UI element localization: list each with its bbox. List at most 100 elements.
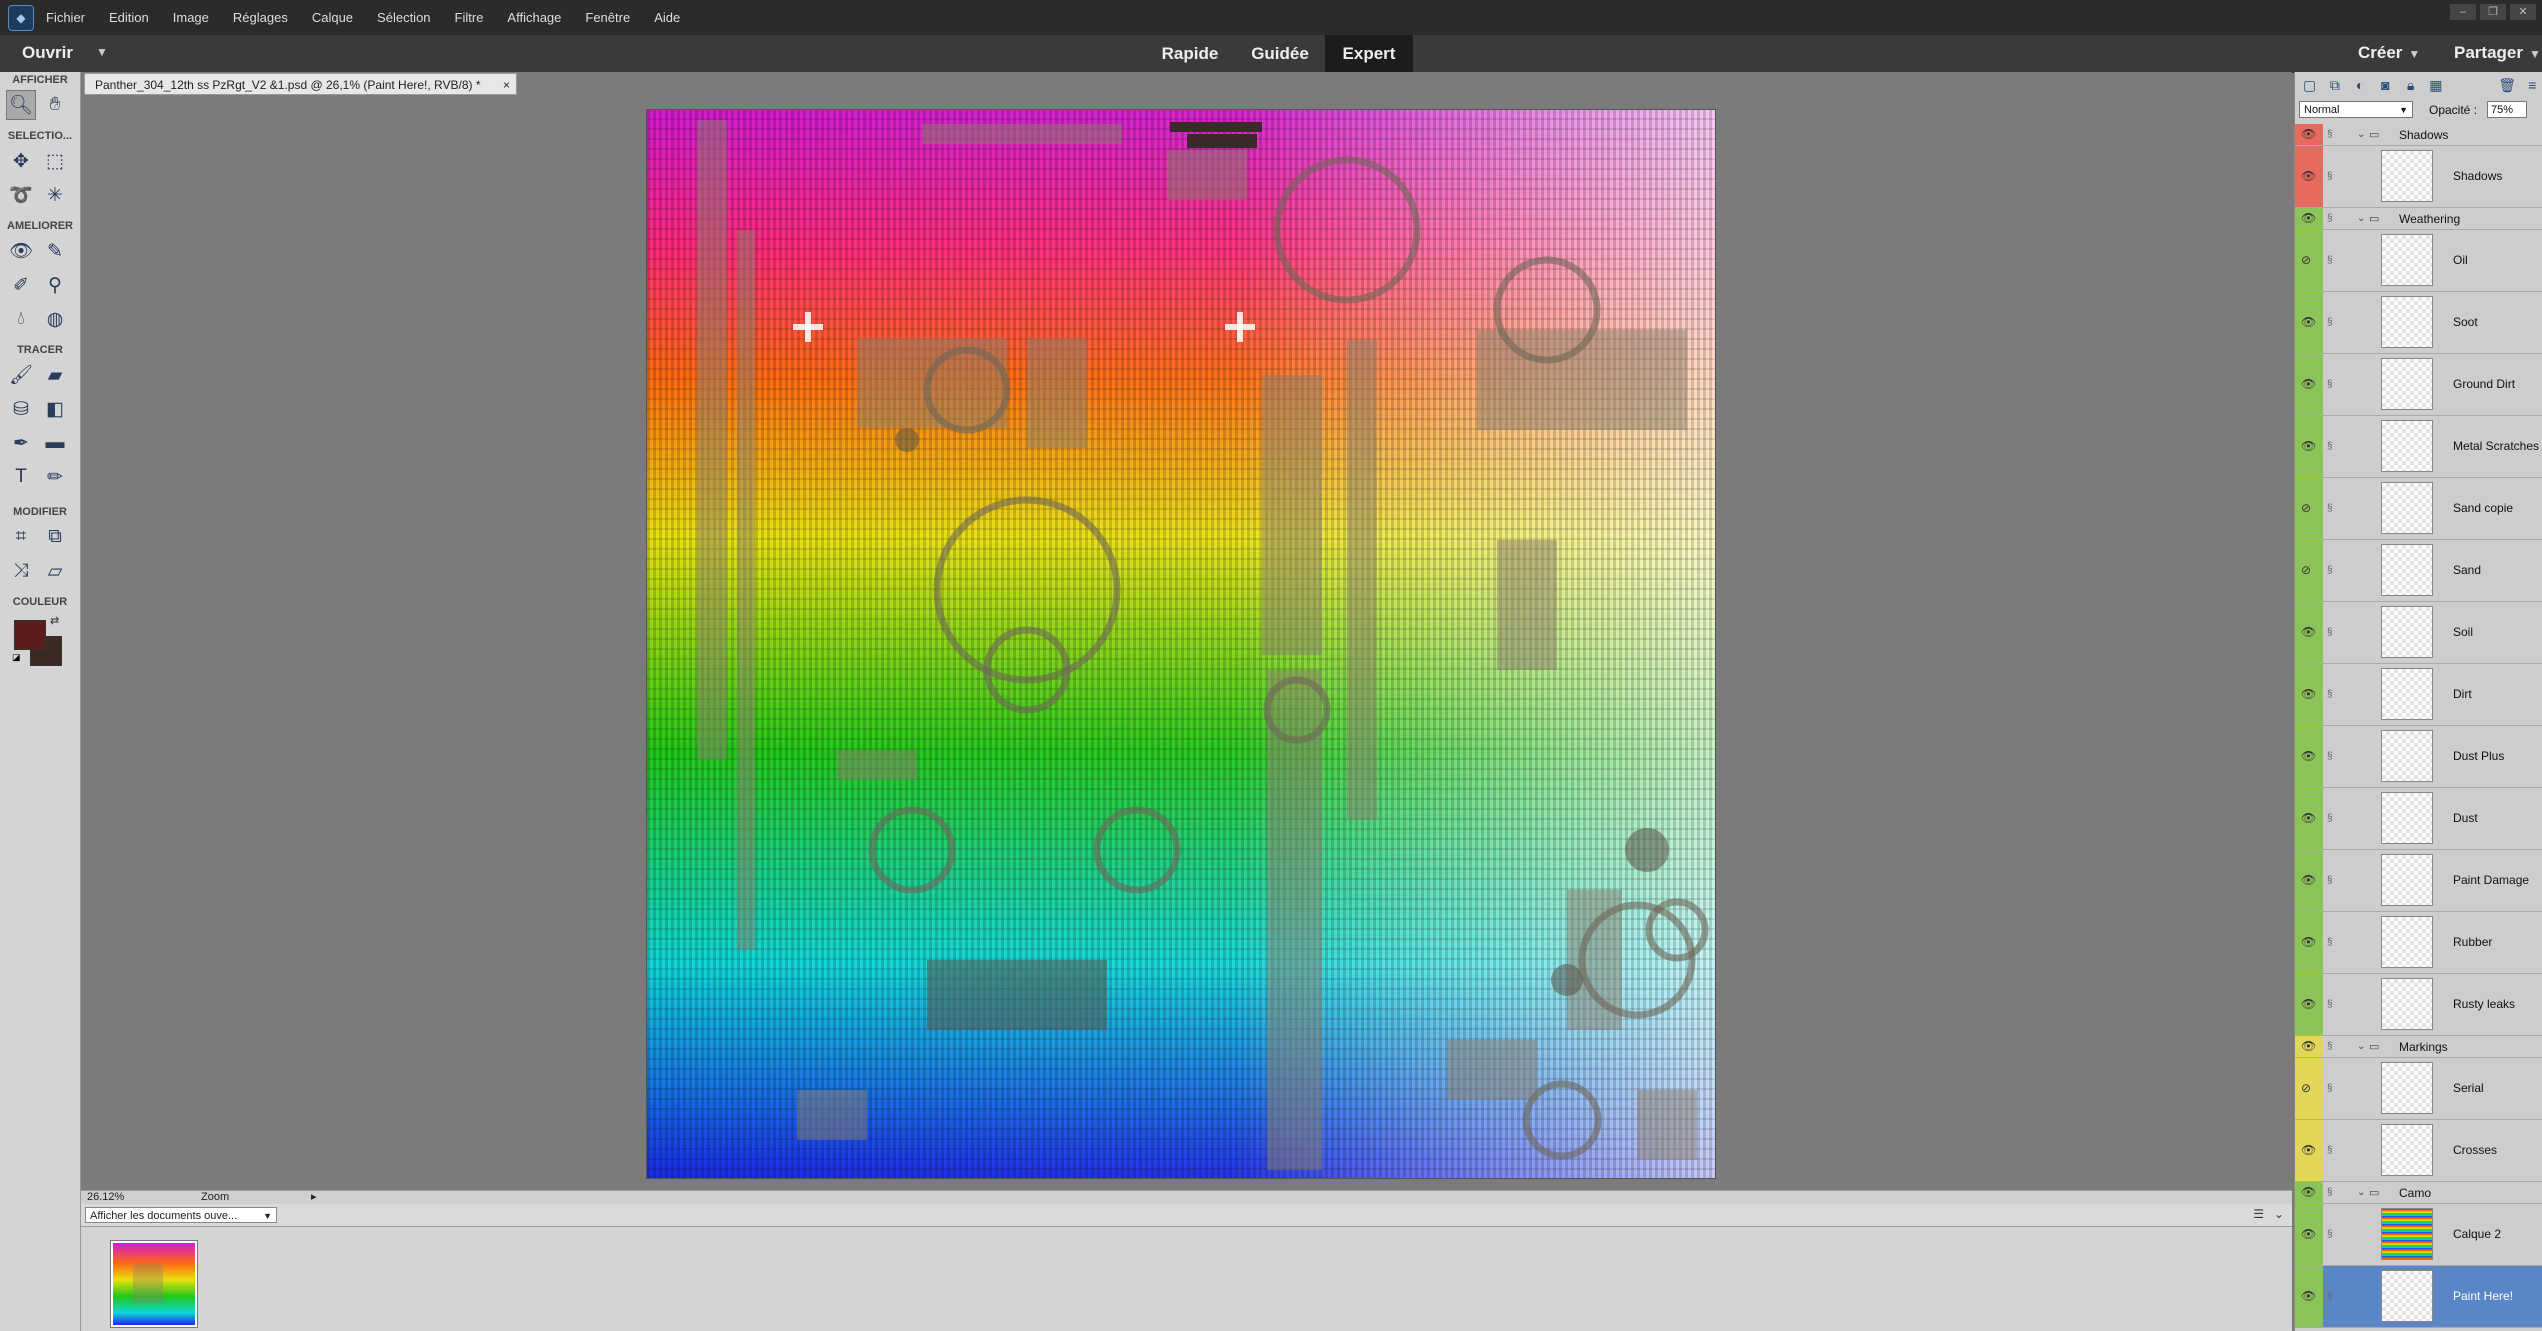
lock-all-icon[interactable]: ▦ (2425, 77, 2446, 94)
group-expand-icon[interactable]: ⌄ (2357, 1187, 2365, 1198)
eye-icon[interactable]: 👁︎ (2301, 1227, 2316, 1241)
gradient-tool-icon[interactable]: ◧ (40, 394, 70, 424)
menu-filtre[interactable]: Filtre (455, 10, 484, 25)
layer-thumbnail[interactable] (2381, 978, 2433, 1030)
layer-row[interactable]: 👁︎ § Metal Scratches (2295, 416, 2542, 478)
foreground-color-swatch[interactable] (14, 620, 46, 650)
blend-mode-select[interactable]: Normal ▼ (2299, 101, 2413, 118)
layer-thumbnail[interactable] (2381, 420, 2433, 472)
layer-thumbnail[interactable] (2381, 730, 2433, 782)
eye-icon[interactable]: 👁︎ (2301, 749, 2316, 763)
group-expand-icon[interactable]: ⌄ (2357, 129, 2365, 140)
layer-row[interactable]: 👁︎ § Ground Dirt (2295, 354, 2542, 416)
eye-icon[interactable]: 👁︎ (2301, 211, 2316, 225)
menu-image[interactable]: Image (173, 10, 209, 25)
crop-tool-icon[interactable]: ⌗ (6, 522, 36, 552)
trash-icon[interactable]: 🗑︎ (2497, 77, 2518, 94)
smart-brush-icon[interactable]: ✐ (6, 270, 36, 300)
create-button[interactable]: Créer ▼ (2358, 43, 2420, 63)
link-icon[interactable]: § (2327, 937, 2333, 948)
panel-menu-icon[interactable]: ≡ (2522, 77, 2542, 93)
layer-row[interactable]: 👁︎ § Soot (2295, 292, 2542, 354)
status-menu-icon[interactable]: ▸ (311, 1190, 317, 1203)
link-icon[interactable]: § (2327, 441, 2333, 452)
eye-icon[interactable]: 👁︎ (2301, 1143, 2316, 1157)
layer-row[interactable]: ⊘ § Sand copie (2295, 478, 2542, 540)
layer-thumbnail[interactable] (2381, 150, 2433, 202)
document-tab[interactable]: Panther_304_12th ss PzRgt_V2 &1.psd @ 26… (84, 73, 517, 95)
layer-row[interactable]: 👁︎ § Shadows (2295, 146, 2542, 208)
link-icon[interactable]: § (2327, 1083, 2333, 1094)
hidden-eye-icon[interactable]: ⊘ (2301, 253, 2311, 267)
link-icon[interactable]: § (2327, 1229, 2333, 1240)
link-icon[interactable]: § (2327, 1291, 2333, 1302)
layer-thumbnail[interactable] (2381, 1124, 2433, 1176)
eye-icon[interactable]: 👁︎ (2301, 687, 2316, 701)
layer-thumbnail[interactable] (2381, 234, 2433, 286)
layer-thumbnail[interactable] (2381, 792, 2433, 844)
layer-thumbnail[interactable] (2381, 916, 2433, 968)
brush-tool-icon[interactable]: 🖌︎ (6, 360, 36, 390)
eye-icon[interactable]: 👁︎ (2301, 1039, 2316, 1053)
eye-icon[interactable]: 👁︎ (2301, 315, 2316, 329)
sponge-tool-icon[interactable]: ◍ (40, 304, 70, 334)
layer-row[interactable]: 👁︎ § Rusty leaks (2295, 974, 2542, 1036)
layer-thumbnail[interactable] (2381, 296, 2433, 348)
layer-thumbnail[interactable] (2381, 606, 2433, 658)
eye-icon[interactable]: 👁︎ (2301, 811, 2316, 825)
link-icon[interactable]: § (2327, 875, 2333, 886)
eye-icon[interactable]: 👁︎ (2301, 1289, 2316, 1303)
link-icon[interactable]: § (2327, 503, 2333, 514)
link-icon[interactable]: § (2327, 565, 2333, 576)
layer-row[interactable]: 👁︎ § Calque 2 (2295, 1204, 2542, 1266)
layer-row[interactable]: 👁︎ § Dirt (2295, 664, 2542, 726)
link-icon[interactable]: § (2327, 627, 2333, 638)
default-colors-icon[interactable]: ◪ (12, 652, 21, 663)
link-icon[interactable]: § (2327, 813, 2333, 824)
share-button[interactable]: Partager ▼ (2454, 43, 2541, 63)
eye-icon[interactable]: 👁︎ (2301, 439, 2316, 453)
link-icon[interactable]: § (2327, 751, 2333, 762)
layer-thumbnail[interactable] (2381, 482, 2433, 534)
hand-tool-icon[interactable]: ✋︎ (40, 90, 70, 120)
layer-row[interactable]: ⊘ § Oil (2295, 230, 2542, 292)
marquee-tool-icon[interactable]: ⬚ (40, 146, 70, 176)
straighten-tool-icon[interactable]: ⏥ (40, 556, 70, 586)
layer-group-row[interactable]: 👁︎ § ⌄ ▭ Markings (2295, 1036, 2542, 1058)
layer-thumbnail[interactable] (2381, 544, 2433, 596)
menu-fenetre[interactable]: Fenêtre (585, 10, 630, 25)
magic-wand-icon[interactable]: ✳ (40, 180, 70, 210)
new-layer-icon[interactable]: ▢ (2299, 77, 2320, 94)
layer-row[interactable]: 👁︎ § Crosses (2295, 1120, 2542, 1182)
hidden-eye-icon[interactable]: ⊘ (2301, 563, 2311, 577)
link-icon[interactable]: § (2327, 379, 2333, 390)
open-dropdown-icon[interactable]: ▼ (96, 45, 108, 59)
link-icon[interactable]: § (2327, 213, 2333, 224)
eye-icon[interactable]: 👁︎ (2301, 935, 2316, 949)
link-icon[interactable]: § (2327, 1187, 2333, 1198)
eye-icon[interactable]: 👁︎ (2301, 169, 2316, 183)
close-window-icon[interactable]: ✕ (2510, 4, 2536, 20)
open-button[interactable]: Ouvrir (22, 43, 73, 63)
image-canvas[interactable] (646, 109, 1716, 1179)
layer-row[interactable]: 👁︎ § Rubber (2295, 912, 2542, 974)
link-icon[interactable]: § (2327, 689, 2333, 700)
eyedropper-icon[interactable]: ✒ (6, 428, 36, 458)
mode-tab-quick[interactable]: Rapide (1150, 35, 1230, 72)
layer-row[interactable]: 👁︎ § Paint Here! (2295, 1266, 2542, 1328)
eraser-tool-icon[interactable]: ▰ (40, 360, 70, 390)
layer-row[interactable]: 👁︎ § Dust Plus (2295, 726, 2542, 788)
text-tool-icon[interactable]: T (6, 462, 36, 492)
layer-group-row[interactable]: 👁︎ § ⌄ ▭ Weathering (2295, 208, 2542, 230)
menu-aide[interactable]: Aide (654, 10, 680, 25)
group-expand-icon[interactable]: ⌄ (2357, 1041, 2365, 1052)
layer-row[interactable]: 👁︎ § Soil (2295, 602, 2542, 664)
link-icon[interactable]: § (2327, 1145, 2333, 1156)
move-tool-icon[interactable]: ✥ (6, 146, 36, 176)
eye-icon[interactable]: 👁︎ (2301, 625, 2316, 639)
adjustment-layer-icon[interactable]: ◐ (2350, 77, 2371, 93)
opacity-input[interactable]: 75% (2487, 101, 2527, 118)
layer-thumbnail[interactable] (2381, 668, 2433, 720)
layer-thumbnail[interactable] (2381, 358, 2433, 410)
spot-healing-icon[interactable]: ✎ (40, 236, 70, 266)
